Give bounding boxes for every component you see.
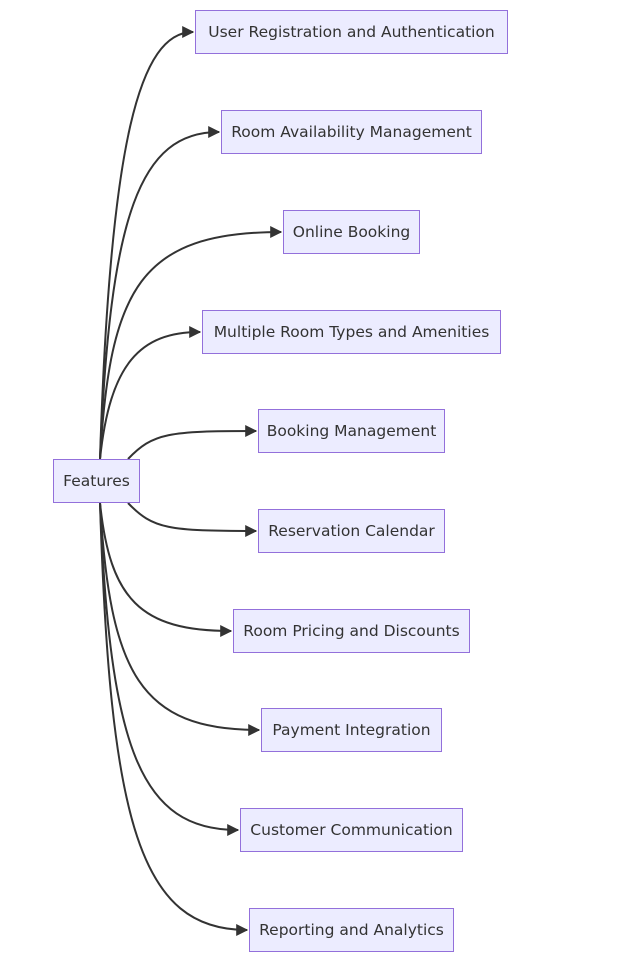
node-room-pricing[interactable]: Room Pricing and Discounts — [233, 609, 470, 653]
edge-features-to-booking-management — [127, 425, 258, 460]
edge-features-to-customer-communication — [99, 502, 240, 836]
node-label: User Registration and Authentication — [208, 23, 495, 41]
edge-features-to-room-availability — [99, 126, 221, 460]
node-features[interactable]: Features — [53, 459, 140, 503]
node-booking-management[interactable]: Booking Management — [258, 409, 445, 453]
node-reporting-analytics[interactable]: Reporting and Analytics — [249, 908, 454, 952]
node-online-booking[interactable]: Online Booking — [283, 210, 420, 254]
edge-features-to-multiple-room-types — [99, 326, 202, 460]
node-label: Multiple Room Types and Amenities — [213, 323, 490, 341]
node-label: Booking Management — [266, 422, 437, 440]
node-label: Reporting and Analytics — [259, 921, 444, 939]
node-multiple-room-types[interactable]: Multiple Room Types and Amenities — [202, 310, 501, 354]
node-label: Payment Integration — [272, 721, 431, 739]
edge-features-to-reservation-calendar — [127, 502, 258, 537]
node-label: Customer Communication — [250, 821, 453, 839]
node-label: Room Pricing and Discounts — [243, 622, 460, 640]
node-customer-communication[interactable]: Customer Communication — [240, 808, 463, 852]
node-reservation-calendar[interactable]: Reservation Calendar — [258, 509, 445, 553]
node-label: Reservation Calendar — [268, 522, 435, 540]
node-user-registration[interactable]: User Registration and Authentication — [195, 10, 508, 54]
node-label: Room Availability Management — [231, 123, 472, 141]
edge-features-to-room-pricing — [99, 502, 233, 637]
node-room-availability[interactable]: Room Availability Management — [221, 110, 482, 154]
edge-features-to-user-registration — [99, 26, 195, 460]
node-label: Features — [63, 472, 130, 490]
node-payment-integration[interactable]: Payment Integration — [261, 708, 442, 752]
node-label: Online Booking — [292, 223, 411, 241]
